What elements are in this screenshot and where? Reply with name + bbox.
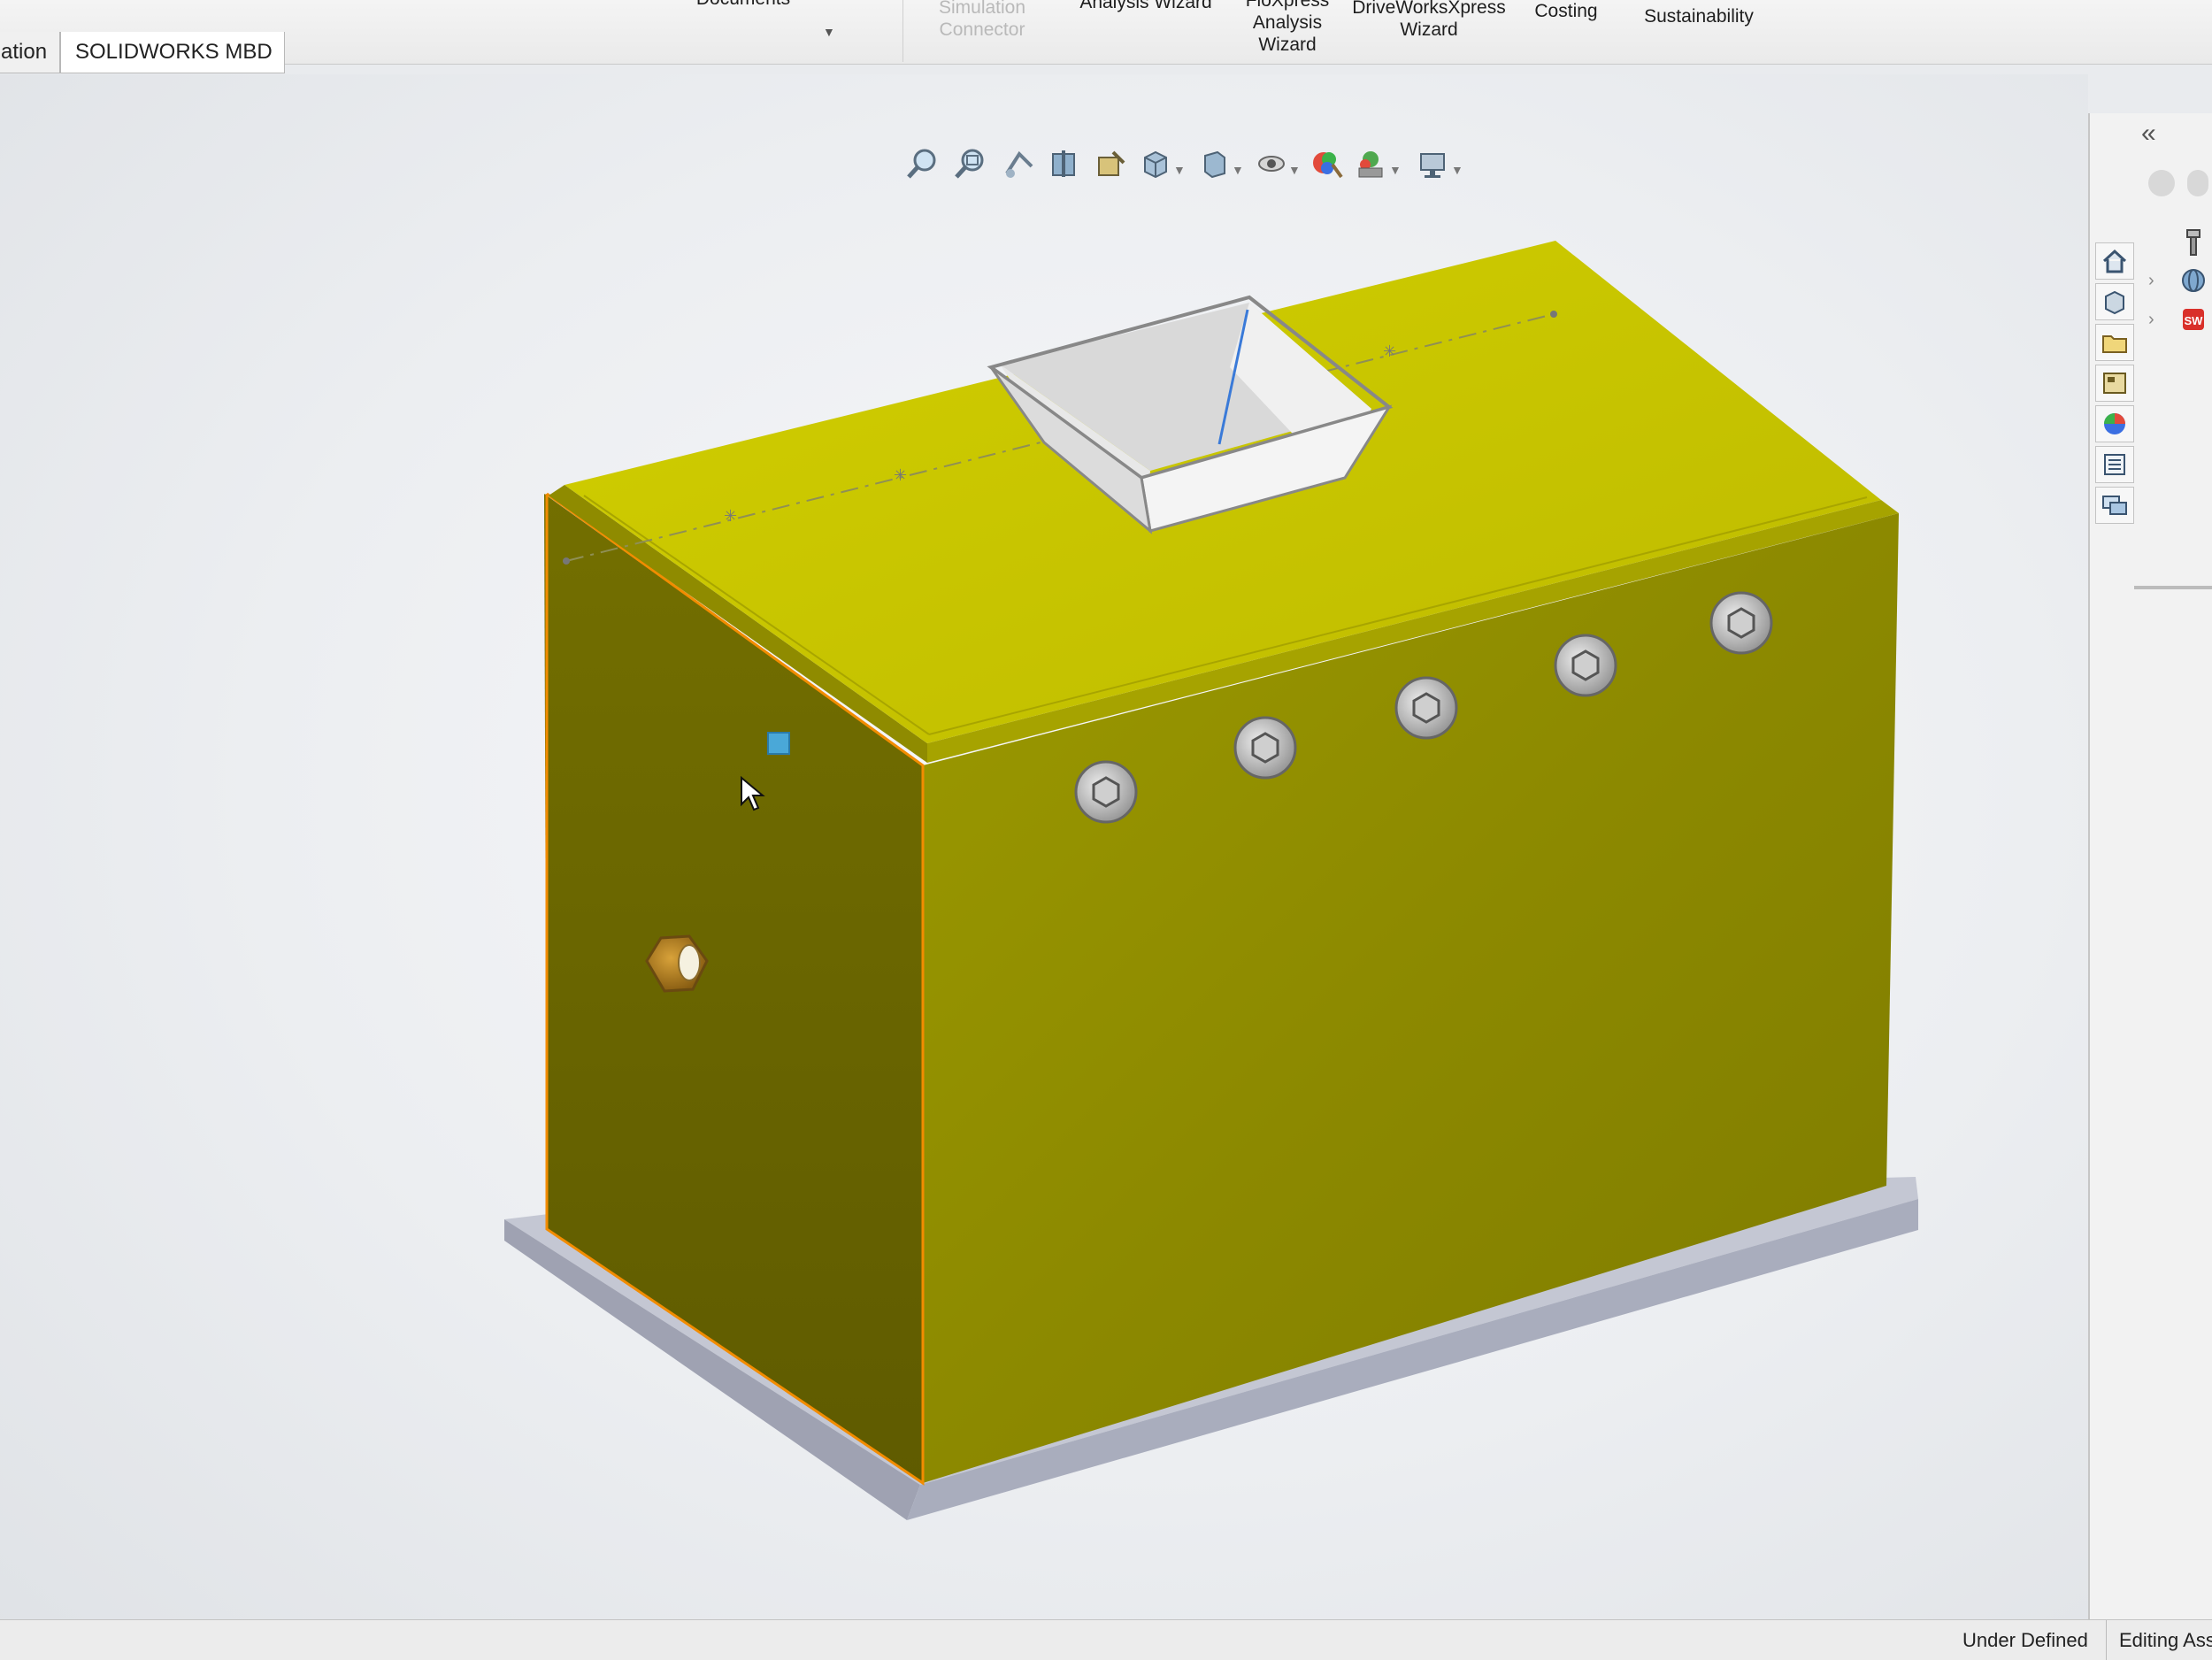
costing-button[interactable]: Costing xyxy=(1522,0,1610,64)
appearances-icon[interactable] xyxy=(2095,405,2134,442)
simulation-label-line2: Connector xyxy=(939,19,1025,40)
floxpress-label-line1: FloXpress xyxy=(1245,0,1330,11)
tree-expand-icon[interactable]: › xyxy=(2148,310,2154,330)
driveworksxpress-wizard-button[interactable]: DriveWorksXpress Wizard xyxy=(1336,0,1522,60)
solidworks-content-icon[interactable]: SW xyxy=(2180,306,2207,337)
tab-evaluation-label: ation xyxy=(1,40,48,64)
file-explorer-icon[interactable] xyxy=(2095,324,2134,361)
model-3d-view[interactable]: ✳ ✳ ✳ xyxy=(0,74,2088,1659)
toolbox-icon[interactable] xyxy=(2180,228,2207,261)
documents-label: Documents xyxy=(637,0,849,10)
socket-head-bolt[interactable] xyxy=(1709,591,1773,655)
socket-head-bolt[interactable] xyxy=(1394,676,1458,740)
sketch-point-marker: ✳ xyxy=(1383,342,1396,360)
view-palette-icon[interactable] xyxy=(2095,365,2134,402)
status-bar: Under Defined Editing Asser xyxy=(0,1619,2212,1660)
collapse-task-pane-icon[interactable]: « xyxy=(2141,119,2156,149)
documents-button[interactable]: Documents ▼ xyxy=(637,0,849,51)
selection-indicator xyxy=(767,732,790,755)
tree-expand-icon[interactable]: › xyxy=(2148,271,2154,291)
sketch-point-marker: ✳ xyxy=(894,466,907,484)
status-editing-mode: Editing Asser xyxy=(2106,1620,2212,1660)
simulation-label-line1: Simulation xyxy=(938,0,1026,18)
3d-content-icon[interactable] xyxy=(2180,267,2207,298)
forward-arrow-icon[interactable] xyxy=(2187,170,2208,196)
custom-properties-icon[interactable] xyxy=(2095,446,2134,483)
tab-solidworks-mbd-label: SOLIDWORKS MBD xyxy=(75,40,273,64)
socket-head-bolt[interactable] xyxy=(1554,634,1617,697)
costing-label: Costing xyxy=(1534,1,1598,21)
analysis-wizard-label: Analysis Wizard xyxy=(1079,0,1212,12)
tab-solidworks-mbd[interactable]: SOLIDWORKS MBD xyxy=(60,32,285,73)
analysis-wizard-button[interactable]: Analysis Wizard xyxy=(1053,0,1239,55)
status-definition-state: Under Defined xyxy=(1962,1629,2088,1651)
socket-head-bolt[interactable] xyxy=(1074,760,1138,824)
socket-head-bolt[interactable] xyxy=(1233,716,1297,780)
command-manager-ribbon: Documents ▼ Simulation Connector Analysi… xyxy=(0,0,2212,65)
centerline-point xyxy=(563,557,570,565)
floxpress-wizard-button[interactable]: FloXpress Analysis Wizard xyxy=(1234,0,1340,55)
parts-library-icon[interactable] xyxy=(2095,283,2134,320)
graphics-area[interactable]: ▼ ▼ ▼ ▼ ▼ ✳ ✳ ✳ xyxy=(0,74,2088,1659)
floxpress-label-line3: Wizard xyxy=(1258,35,1317,55)
panel-divider xyxy=(2134,586,2212,589)
sustainability-button[interactable]: Sustainability xyxy=(1628,5,1770,69)
ribbon-separator xyxy=(902,0,903,62)
driveworks-label-line2: Wizard xyxy=(1400,19,1458,40)
driveworks-label-line1: DriveWorksXpress xyxy=(1352,0,1506,18)
chevron-down-icon[interactable]: ▼ xyxy=(823,21,835,43)
mouse-cursor-icon xyxy=(741,776,765,811)
tab-evaluation[interactable]: ation xyxy=(0,32,60,73)
sustainability-label: Sustainability xyxy=(1644,6,1754,27)
svg-text:SW: SW xyxy=(2185,314,2204,327)
home-icon[interactable] xyxy=(2095,242,2134,280)
simulation-connector-button[interactable]: Simulation Connector xyxy=(916,0,1048,60)
centerline-point xyxy=(1550,311,1557,318)
forum-icon[interactable] xyxy=(2095,487,2134,524)
sketch-point-marker: ✳ xyxy=(724,507,737,525)
back-arrow-icon[interactable] xyxy=(2148,170,2175,196)
floxpress-label-line2: Analysis xyxy=(1252,12,1323,33)
